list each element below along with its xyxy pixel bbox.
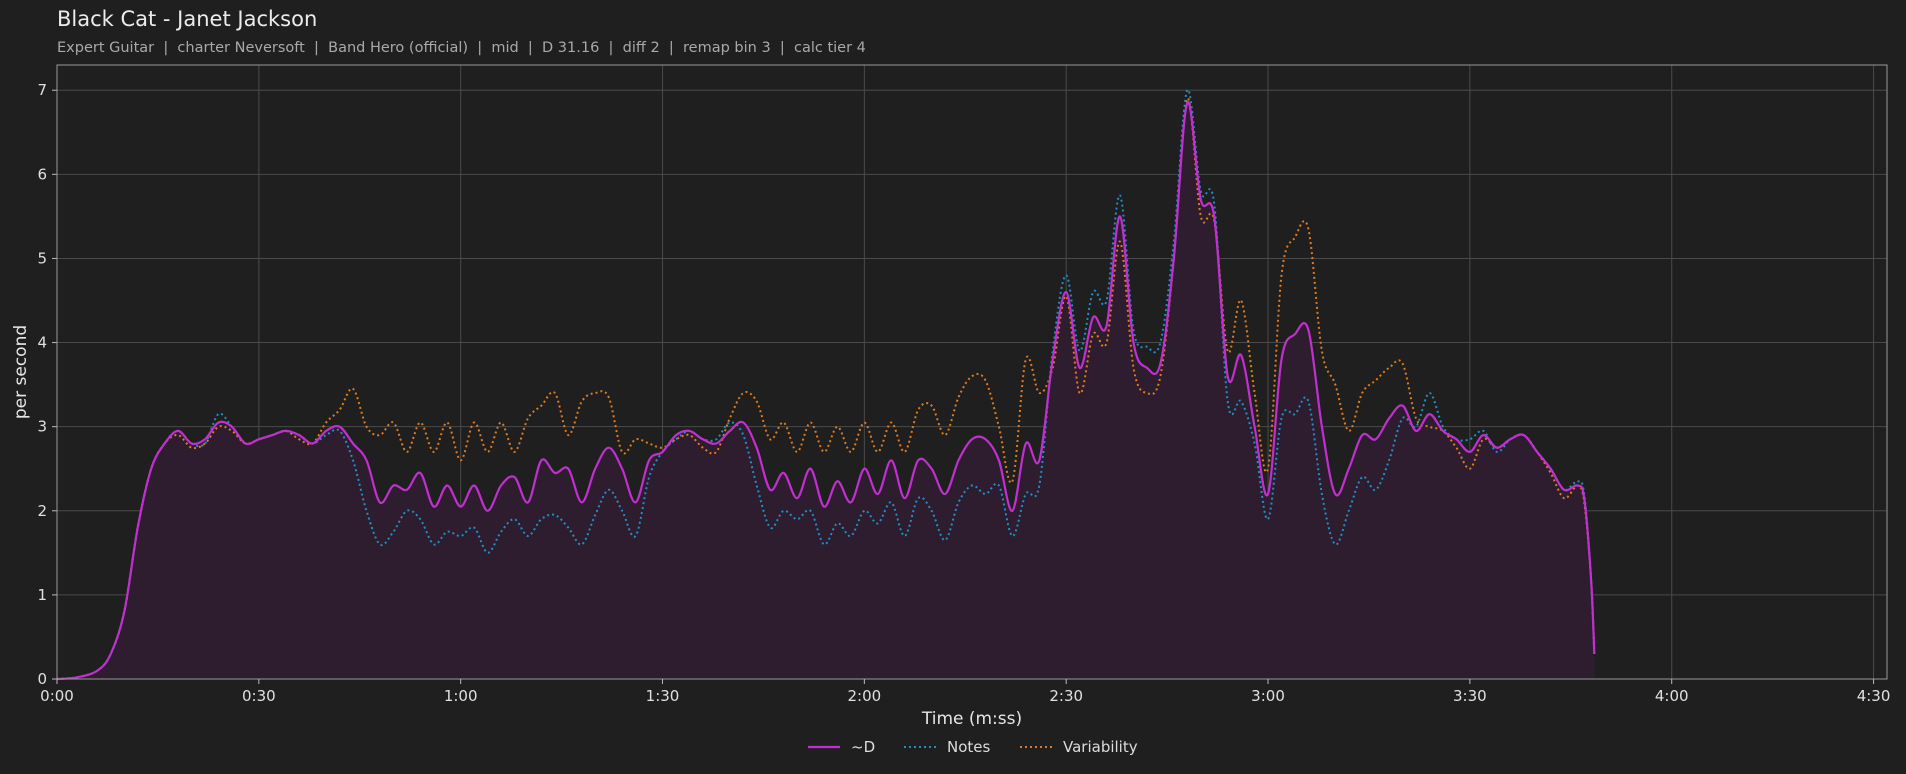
x-tick-label: 0:30 [242,687,276,705]
y-tick-label: 5 [37,249,47,267]
x-tick-label: 1:00 [444,687,478,705]
x-tick-label: 4:30 [1857,687,1891,705]
y-tick-label: 3 [37,418,47,436]
y-axis-label: per second [11,325,31,419]
legend-label-variability: Variability [1063,738,1138,756]
x-axis-label: Time (m:ss) [921,709,1022,729]
legend-label-d: ~D [851,738,875,756]
chart-canvas: 0:00 0:30 1:00 1:30 2:00 2:30 3:00 3:30 4:00 4:30… [11,64,1891,756]
d-series-fill [57,102,1595,679]
y-tick-label: 0 [37,670,47,688]
x-tick-label: 3:00 [1251,687,1285,705]
legend: ~D Notes Variability [808,738,1138,756]
y-tick-label: 6 [37,165,47,183]
y-tick-label: 1 [37,586,47,604]
y-tick-label: 7 [37,81,47,99]
y-tick-label: 4 [37,334,47,352]
y-tick-label: 2 [37,502,47,520]
x-tick-label: 3:30 [1453,687,1487,705]
x-tick-label: 0:00 [40,687,74,705]
legend-label-notes: Notes [947,738,991,756]
x-tick-label: 2:00 [848,687,882,705]
x-tick-label: 2:30 [1049,687,1083,705]
x-tick-label: 1:30 [646,687,680,705]
x-tick-label: 4:00 [1655,687,1689,705]
